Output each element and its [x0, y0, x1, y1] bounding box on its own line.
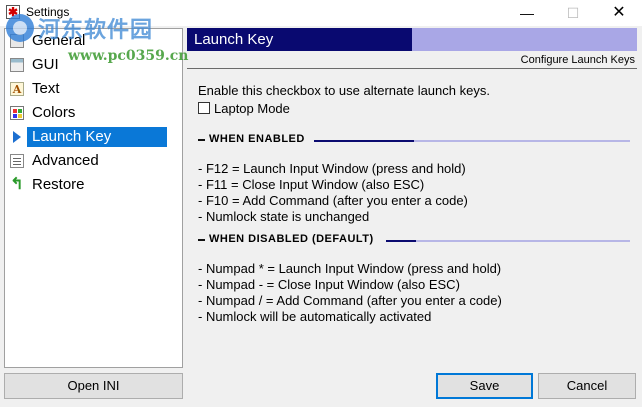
settings-sidebar: General GUI A Text Colors Launch Key Adv…	[4, 28, 183, 368]
heading-rule	[386, 240, 416, 242]
cancel-button[interactable]: Cancel	[538, 373, 636, 399]
sidebar-item-label: General	[32, 32, 86, 49]
panel-subtitle: Configure Launch Keys	[520, 54, 635, 66]
title-bar: ✱ Settings — ☐ ✕	[0, 0, 642, 26]
laptop-mode-checkbox[interactable]	[198, 102, 210, 114]
sidebar-item-label: Text	[32, 80, 60, 97]
list-item: - Numpad / = Add Command (after you ente…	[198, 293, 502, 308]
restore-arrow-icon: ↰	[10, 176, 24, 193]
section-title: WHEN ENABLED	[209, 133, 305, 145]
list-item: - Numlock will be automatically activate…	[198, 309, 432, 324]
sidebar-item-label: Restore	[32, 176, 85, 193]
sidebar-item-launch-key[interactable]: Launch Key	[5, 125, 182, 149]
sidebar-item-label: GUI	[32, 56, 59, 73]
page-title: Launch Key	[194, 31, 274, 48]
heading-rule	[314, 140, 414, 142]
sidebar-item-gui[interactable]: GUI	[5, 53, 182, 77]
intro-text: Enable this checkbox to use alternate la…	[198, 83, 490, 98]
list-item: - Numlock state is unchanged	[198, 209, 370, 224]
heading-dash	[198, 239, 205, 241]
list-item: - Numpad * = Launch Input Window (press …	[198, 261, 502, 276]
maximize-button[interactable]: ☐	[550, 0, 596, 26]
list-item: - F12 = Launch Input Window (press and h…	[198, 161, 466, 176]
gui-icon	[10, 58, 24, 72]
list-item: - F11 = Close Input Window (also ESC)	[198, 177, 425, 192]
save-button[interactable]: Save	[436, 373, 533, 399]
panel-header: Launch Key	[187, 28, 637, 51]
sidebar-item-general[interactable]: General	[5, 29, 182, 53]
when-disabled-heading: WHEN DISABLED (DEFAULT)	[198, 233, 632, 249]
sidebar-item-text[interactable]: A Text	[5, 77, 182, 101]
sidebar-item-restore[interactable]: ↰ Restore	[5, 173, 182, 197]
sidebar-item-label: Advanced	[32, 152, 99, 169]
sidebar-item-label: Colors	[32, 104, 76, 121]
list-item: - Numpad - = Close Input Window (also ES…	[198, 277, 460, 292]
sidebar-item-label: Launch Key	[27, 127, 167, 147]
heading-rule-fade	[414, 140, 630, 142]
when-enabled-list: - F12 = Launch Input Window (press and h…	[198, 161, 468, 225]
open-ini-button[interactable]: Open INI	[4, 373, 183, 399]
section-title: WHEN DISABLED (DEFAULT)	[209, 233, 374, 245]
when-enabled-heading: WHEN ENABLED	[198, 133, 632, 149]
list-item: - F10 = Add Command (after you enter a c…	[198, 193, 468, 208]
general-icon	[10, 34, 24, 48]
colors-icon	[10, 106, 24, 120]
window-title: Settings	[26, 5, 70, 19]
close-button[interactable]: ✕	[596, 0, 642, 26]
sidebar-item-colors[interactable]: Colors	[5, 101, 182, 125]
advanced-icon	[10, 154, 24, 168]
sidebar-item-advanced[interactable]: Advanced	[5, 149, 182, 173]
minimize-button[interactable]: —	[504, 0, 550, 26]
play-arrow-icon	[13, 131, 21, 143]
text-icon: A	[10, 82, 24, 96]
laptop-mode-label[interactable]: Laptop Mode	[214, 101, 290, 116]
panel-subheader: Configure Launch Keys	[187, 51, 637, 69]
heading-dash	[198, 139, 205, 141]
app-icon: ✱	[6, 5, 20, 19]
heading-rule-fade	[416, 240, 630, 242]
when-disabled-list: - Numpad * = Launch Input Window (press …	[198, 261, 502, 325]
